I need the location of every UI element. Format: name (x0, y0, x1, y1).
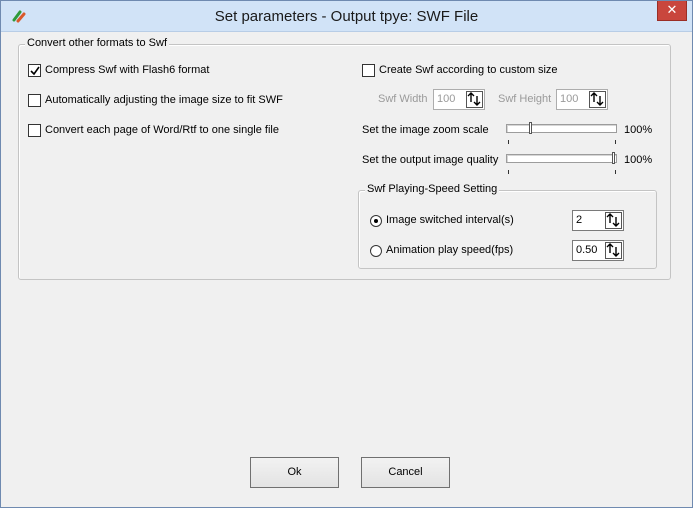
quality-label: Set the output image quality (362, 154, 499, 166)
zoom-tick-right (615, 140, 616, 144)
spin-arrows-icon[interactable] (589, 91, 606, 108)
zoom-scale-slider[interactable] (506, 124, 617, 133)
playing-speed-group: Swf Playing-Speed Setting Image switched… (358, 183, 657, 269)
quality-slider[interactable] (506, 154, 617, 163)
compress-swf-label: Compress Swf with Flash6 format (45, 64, 210, 76)
ok-button[interactable]: Ok (250, 457, 339, 488)
swf-height-label: Swf Height (498, 93, 552, 105)
custom-size-label: Create Swf according to custom size (379, 64, 558, 76)
swf-width-label: Swf Width (378, 93, 428, 105)
swf-height-spinbox[interactable]: 100 (556, 89, 608, 110)
quality-tick-right (615, 170, 616, 174)
close-icon: ✕ (666, 2, 678, 17)
radio-selected-dot (374, 219, 378, 223)
zoom-slider-thumb[interactable] (529, 122, 532, 134)
checkmark-icon (30, 66, 40, 76)
quality-tick-left (508, 170, 509, 174)
dialog-client-area: Convert other formats to Swf Compress Sw… (8, 32, 685, 501)
auto-adjust-label: Automatically adjusting the image size t… (45, 94, 283, 106)
dialog-window: Set parameters - Output tpye: SWF File ✕… (0, 0, 693, 508)
convert-options-legend: Convert other formats to Swf (25, 37, 169, 49)
interval-value: 2 (576, 214, 583, 226)
interval-spinbox[interactable]: 2 (572, 210, 624, 231)
cancel-button[interactable]: Cancel (361, 457, 450, 488)
spin-arrows-icon[interactable] (605, 212, 622, 229)
interval-radio[interactable] (370, 215, 382, 227)
playing-speed-legend: Swf Playing-Speed Setting (365, 183, 500, 195)
fps-value: 0.50 (576, 244, 598, 256)
fps-spinbox[interactable]: 0.50 (572, 240, 624, 261)
title-bar[interactable]: Set parameters - Output tpye: SWF File ✕ (1, 1, 692, 32)
spin-arrows-icon[interactable] (466, 91, 483, 108)
swf-height-value: 100 (560, 93, 579, 105)
convert-each-page-label: Convert each page of Word/Rtf to one sin… (45, 124, 279, 136)
quality-value: 100% (624, 154, 653, 166)
close-button[interactable]: ✕ (657, 1, 687, 21)
zoom-tick-left (508, 140, 509, 144)
interval-label: Image switched interval(s) (386, 214, 514, 226)
fps-radio[interactable] (370, 245, 382, 257)
spin-arrows-icon[interactable] (605, 242, 622, 259)
convert-each-page-checkbox[interactable] (28, 124, 41, 137)
quality-slider-thumb[interactable] (612, 152, 615, 164)
zoom-scale-value: 100% (624, 124, 653, 136)
custom-size-checkbox[interactable] (362, 64, 375, 77)
compress-swf-checkbox[interactable] (28, 64, 41, 77)
fps-label: Animation play speed(fps) (386, 244, 514, 256)
auto-adjust-checkbox[interactable] (28, 94, 41, 107)
swf-width-spinbox[interactable]: 100 (433, 89, 485, 110)
zoom-scale-label: Set the image zoom scale (362, 124, 489, 136)
window-title: Set parameters - Output tpye: SWF File (214, 8, 479, 25)
swf-width-value: 100 (437, 93, 456, 105)
convert-options-group: Convert other formats to Swf Compress Sw… (18, 37, 671, 280)
